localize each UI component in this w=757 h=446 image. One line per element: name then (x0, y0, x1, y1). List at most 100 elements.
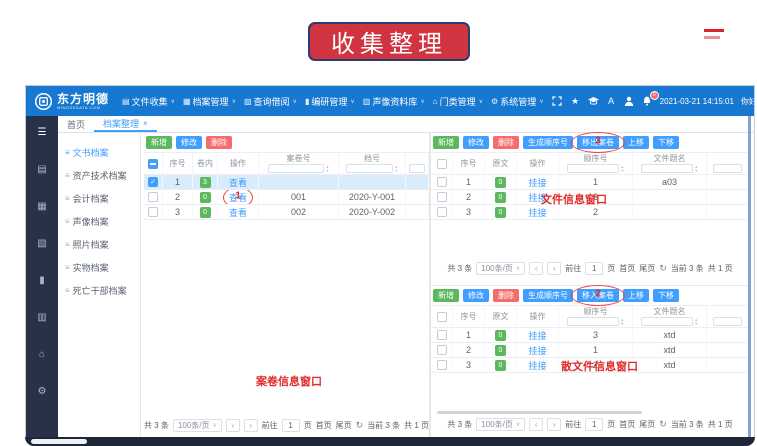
attach-link[interactable]: 挂接 (528, 329, 546, 342)
row-checkbox[interactable] (437, 207, 447, 217)
goto-page-input[interactable] (585, 418, 603, 431)
prev-page-button[interactable]: ‹ (529, 262, 543, 275)
nav-item-media-library[interactable]: ▥ 声像资料库 ∨ (363, 95, 425, 108)
bell-icon[interactable]: 0 (642, 96, 653, 107)
sort-icon[interactable] (620, 318, 624, 325)
page-size-select[interactable]: 100条/页 ∨ (476, 262, 525, 275)
order-no-filter-input[interactable] (567, 317, 620, 326)
case-no-filter-input[interactable] (268, 164, 325, 173)
sort-icon[interactable] (325, 165, 329, 172)
view-link[interactable]: 查看 (229, 176, 247, 189)
table-row[interactable]: 1 3 查看 (144, 175, 429, 190)
bookmark-icon[interactable]: ▮ (39, 276, 45, 286)
attach-link[interactable]: 挂接 (528, 344, 546, 357)
select-all-checkbox[interactable] (148, 159, 158, 169)
row-checkbox[interactable] (148, 207, 158, 217)
gear-icon[interactable]: ⚙ (38, 387, 47, 397)
move-out-case-button[interactable]: 移出案卷 3 (577, 136, 619, 149)
fullscreen-icon[interactable] (552, 96, 563, 107)
row-checkbox[interactable] (437, 360, 447, 370)
tab-archive-organize[interactable]: 档案整理 × (94, 116, 157, 132)
add-button[interactable]: 新增 (433, 289, 459, 302)
tree-item-document-archive[interactable]: ≡ 文书档案 (58, 141, 140, 164)
row-checkbox[interactable] (437, 192, 447, 202)
close-icon[interactable]: × (143, 119, 148, 128)
next-page-button[interactable]: › (547, 418, 561, 431)
move-up-button[interactable]: 上移 (623, 136, 649, 149)
horizontal-scrollbar[interactable] (437, 411, 642, 414)
tree-item-deceased-cadre-archive[interactable]: ≡ 死亡干部档案 (58, 279, 140, 302)
table-row[interactable]: 1 0 挂接 1 a03 (431, 175, 749, 190)
goto-page-input[interactable] (282, 419, 300, 432)
tree-item-photo-archive[interactable]: ≡ 照片档案 (58, 233, 140, 256)
edit-button[interactable]: 修改 (176, 136, 202, 149)
vertical-scrollbar[interactable] (748, 116, 751, 437)
tree-item-accounting-archive[interactable]: ≡ 会计档案 (58, 187, 140, 210)
move-into-case-button[interactable]: 移入案卷 2 (577, 289, 619, 302)
last-page-button[interactable]: 尾页 (639, 263, 655, 274)
page-size-select[interactable]: 100条/页 ∨ (173, 419, 222, 432)
sort-icon[interactable] (694, 318, 698, 325)
last-page-button[interactable]: 尾页 (336, 420, 352, 431)
delete-button[interactable]: 删除 (493, 136, 519, 149)
nav-item-system-manage[interactable]: ⚙ 系统管理 ∨ (491, 95, 544, 108)
last-page-button[interactable]: 尾页 (639, 419, 655, 430)
table-row[interactable]: 3 0 查看 002 2020-Y-002 (144, 205, 429, 220)
book-icon[interactable]: ▧ (37, 239, 46, 249)
nav-item-archive-manage[interactable]: ▦ 档案管理 ∨ (183, 95, 236, 108)
delete-button[interactable]: 删除 (206, 136, 232, 149)
select-all-checkbox[interactable] (437, 312, 447, 322)
nav-item-file-collect[interactable]: ▤ 文件收集 ∨ (122, 95, 175, 108)
add-button[interactable]: 新增 (433, 136, 459, 149)
building-icon[interactable]: ⌂ (39, 350, 45, 360)
move-down-button[interactable]: 下移 (653, 289, 679, 302)
user-icon[interactable] (624, 96, 635, 107)
star-icon[interactable]: ★ (570, 96, 581, 107)
row-checkbox[interactable] (148, 177, 158, 187)
first-page-button[interactable]: 首页 (619, 263, 635, 274)
refresh-icon[interactable]: ↻ (356, 420, 364, 431)
next-page-button[interactable]: › (547, 262, 561, 275)
nav-item-search-borrow[interactable]: ▧ 查询借阅 ∨ (244, 95, 297, 108)
first-page-button[interactable]: 首页 (619, 419, 635, 430)
nav-item-research[interactable]: ▮ 编研管理 ∨ (305, 95, 355, 108)
prev-page-button[interactable]: ‹ (226, 419, 240, 432)
row-checkbox[interactable] (437, 330, 447, 340)
attach-link[interactable]: 挂接 (528, 176, 546, 189)
extra-filter-input[interactable] (713, 164, 743, 173)
font-size-icon[interactable]: A (606, 96, 617, 107)
sort-icon[interactable] (394, 165, 398, 172)
tree-item-asset-tech-archive[interactable]: ≡ 资产技术档案 (58, 164, 140, 187)
table-row[interactable]: 2 0 挂接 1 xtd (431, 343, 749, 358)
nav-item-category-manage[interactable]: ⌂ 门类管理 ∨ (433, 95, 483, 108)
next-page-button[interactable]: › (244, 419, 258, 432)
delete-button[interactable]: 删除 (493, 289, 519, 302)
first-page-button[interactable]: 首页 (316, 420, 332, 431)
hat-icon[interactable] (588, 96, 599, 107)
media-icon[interactable]: ▥ (37, 313, 46, 323)
refresh-icon[interactable]: ↻ (659, 419, 667, 430)
sort-icon[interactable] (620, 165, 624, 172)
select-all-checkbox[interactable] (437, 159, 447, 169)
sort-icon[interactable] (694, 165, 698, 172)
title-filter-input[interactable] (641, 164, 694, 173)
view-link-circled[interactable]: 查看 1 (229, 191, 247, 204)
page-size-select[interactable]: 100条/页 ∨ (476, 418, 525, 431)
table-row[interactable]: 1 0 挂接 3 xtd (431, 328, 749, 343)
table-row[interactable]: 2 0 查看 1 001 2020-Y-001 (144, 190, 429, 205)
extra-filter-input[interactable] (713, 317, 743, 326)
row-checkbox[interactable] (437, 345, 447, 355)
document-icon[interactable]: ▤ (37, 165, 46, 175)
tab-home[interactable]: 首页 (58, 116, 94, 132)
add-button[interactable]: 新增 (146, 136, 172, 149)
view-link[interactable]: 查看 (229, 206, 247, 219)
order-no-filter-input[interactable] (567, 164, 620, 173)
folder-icon[interactable]: ▦ (37, 202, 46, 212)
doc-no-filter-input[interactable] (346, 164, 394, 173)
attach-link[interactable]: 挂接 (528, 206, 546, 219)
extra-filter-input[interactable] (409, 164, 425, 173)
collapse-menu-icon[interactable]: ☰ (38, 128, 47, 138)
generate-order-button[interactable]: 生成顺序号 (523, 289, 573, 302)
goto-page-input[interactable] (585, 262, 603, 275)
tree-item-av-archive[interactable]: ≡ 声像档案 (58, 210, 140, 233)
